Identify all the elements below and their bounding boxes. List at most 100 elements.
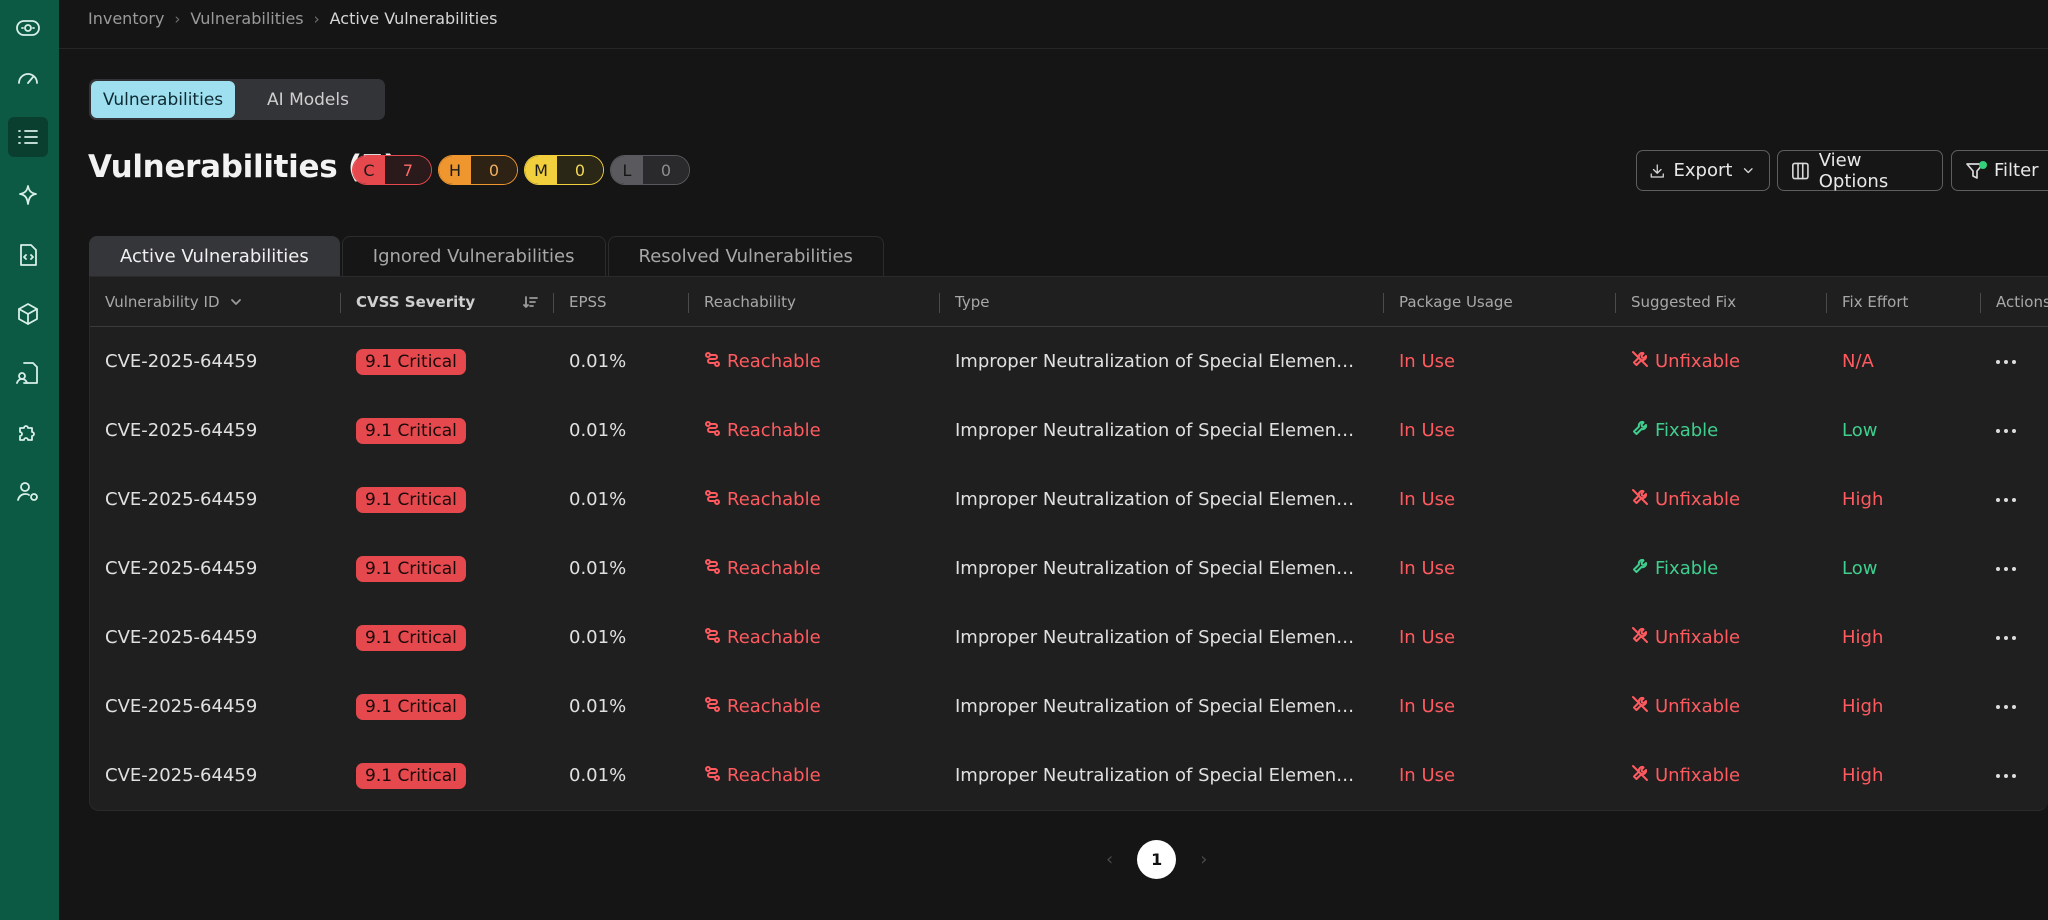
sort-desc-icon[interactable] [523,277,539,327]
export-label: Export [1673,160,1733,181]
package-usage: In Use [1399,351,1456,372]
vulnerability-id[interactable]: CVE-2025-64459 [105,741,257,810]
vulnerability-id[interactable]: CVE-2025-64459 [105,672,257,741]
code-file-icon[interactable] [8,235,48,275]
reachability: Reachable [704,396,821,465]
wrench-off-icon [1631,764,1649,787]
column-divider[interactable] [939,293,940,313]
vulnerability-id[interactable]: CVE-2025-64459 [105,396,257,465]
tab-ignored-vulnerabilities[interactable]: Ignored Vulnerabilities [341,236,606,276]
reachability-label: Reachable [727,627,821,648]
suggested-fix-label: Fixable [1655,420,1719,441]
user-settings-icon[interactable] [8,471,48,511]
table-row[interactable]: CVE-2025-64459 9.1 Critical 0.01% Reachable… [90,741,2048,810]
vulnerability-id[interactable]: CVE-2025-64459 [105,465,257,534]
severity-badge-high[interactable]: H 0 [438,155,518,185]
column-divider[interactable] [553,293,554,313]
severity-badge-low[interactable]: L 0 [610,155,690,185]
col-cvss-severity[interactable]: CVSS Severity [356,277,475,327]
row-actions-menu-icon[interactable] [1996,741,2016,810]
reachability-label: Reachable [727,489,821,510]
epss-value: 0.01% [569,696,627,717]
wrench-icon [1631,557,1649,580]
vulnerability-id[interactable]: CVE-2025-64459 [105,534,257,603]
table-header: Vulnerability ID CVSS Severity EPSS Reac… [90,277,2048,327]
severity-badge-critical[interactable]: C 7 [352,155,432,185]
col-reachability[interactable]: Reachability [704,277,796,327]
table-row[interactable]: CVE-2025-64459 9.1 Critical 0.01% Reachable… [90,534,2048,603]
view-options-button[interactable]: View Options [1777,149,1943,192]
cvss-label: 9.1 Critical [356,555,466,582]
col-package-usage[interactable]: Package Usage [1399,277,1513,327]
column-divider[interactable] [1615,293,1616,313]
column-divider[interactable] [1980,293,1981,313]
column-divider[interactable] [1383,293,1384,313]
severity-badge-medium[interactable]: M 0 [524,155,604,185]
vulnerability-id[interactable]: CVE-2025-64459 [105,603,257,672]
next-page-icon[interactable]: › [1200,849,1207,870]
vulnerability-id[interactable]: CVE-2025-64459 [105,327,257,396]
col-vulnerability-id[interactable]: Vulnerability ID [105,277,244,327]
fix-effort: N/A [1842,351,1874,372]
prev-page-icon[interactable]: ‹ [1106,849,1113,870]
list-icon[interactable] [8,117,48,157]
breadcrumb-current: Active Vulnerabilities [329,9,498,28]
suggested-fix: Unfixable [1631,672,1740,741]
col-fix-effort[interactable]: Fix Effort [1842,277,1908,327]
vulnerability-tabs: Active Vulnerabilities Ignored Vulnerabi… [89,236,884,276]
sparkle-icon[interactable] [8,176,48,216]
epss-value: 0.01% [569,420,627,441]
view-options-label: View Options [1818,149,1889,192]
column-divider[interactable] [340,293,341,313]
table-row[interactable]: CVE-2025-64459 9.1 Critical 0.01% Reachable… [90,327,2048,396]
vulnerability-type: Improper Neutralization of Special Eleme… [955,489,1360,510]
suggested-fix: Unfixable [1631,603,1740,672]
table-row[interactable]: CVE-2025-64459 9.1 Critical 0.01% Reachable… [90,603,2048,672]
reachability: Reachable [704,465,821,534]
package-usage: In Use [1399,627,1456,648]
table-row[interactable]: CVE-2025-64459 9.1 Critical 0.01% Reachable… [90,465,2048,534]
cvss-badge: 9.1 Critical [356,465,466,534]
col-suggested-fix[interactable]: Suggested Fix [1631,277,1736,327]
tab-active-vulnerabilities[interactable]: Active Vulnerabilities [89,236,340,276]
epss-value: 0.01% [569,627,627,648]
epss-value: 0.01% [569,765,627,786]
report-user-icon[interactable] [8,353,48,393]
package-icon[interactable] [8,294,48,334]
suggested-fix: Unfixable [1631,465,1740,534]
table-row[interactable]: CVE-2025-64459 9.1 Critical 0.01% Reachable… [90,396,2048,465]
row-actions-menu-icon[interactable] [1996,672,2016,741]
row-actions-menu-icon[interactable] [1996,327,2016,396]
toggle-ai-models[interactable]: AI Models [235,81,381,118]
reachability: Reachable [704,672,821,741]
row-actions-menu-icon[interactable] [1996,465,2016,534]
col-type[interactable]: Type [955,277,989,327]
filter-button[interactable]: Filter [1951,150,2048,191]
chevron-right-icon: › [174,9,181,28]
suggested-fix-label: Fixable [1655,558,1719,579]
reachability-icon [704,489,721,511]
page-number-current[interactable]: 1 [1137,840,1177,879]
export-button[interactable]: Export [1636,150,1770,191]
tab-resolved-vulnerabilities[interactable]: Resolved Vulnerabilities [607,236,884,276]
reachability-label: Reachable [727,420,821,441]
row-actions-menu-icon[interactable] [1996,534,2016,603]
table-row[interactable]: CVE-2025-64459 9.1 Critical 0.01% Reachable… [90,672,2048,741]
puzzle-icon[interactable] [8,412,48,452]
breadcrumb-inventory[interactable]: Inventory [88,9,164,28]
column-divider[interactable] [1826,293,1827,313]
column-divider[interactable] [688,293,689,313]
vulnerability-type: Improper Neutralization of Special Eleme… [955,627,1360,648]
reachability-label: Reachable [727,765,821,786]
row-actions-menu-icon[interactable] [1996,603,2016,672]
logo-icon[interactable] [8,8,48,48]
reachability-label: Reachable [727,558,821,579]
col-epss[interactable]: EPSS [569,277,607,327]
severity-letter: C [353,156,385,184]
dashboard-gauge-icon[interactable] [8,58,48,98]
row-actions-menu-icon[interactable] [1996,396,2016,465]
package-usage: In Use [1399,696,1456,717]
breadcrumb-vulnerabilities[interactable]: Vulnerabilities [190,9,303,28]
toggle-vulnerabilities[interactable]: Vulnerabilities [91,81,235,118]
cvss-label: 9.1 Critical [356,417,466,444]
